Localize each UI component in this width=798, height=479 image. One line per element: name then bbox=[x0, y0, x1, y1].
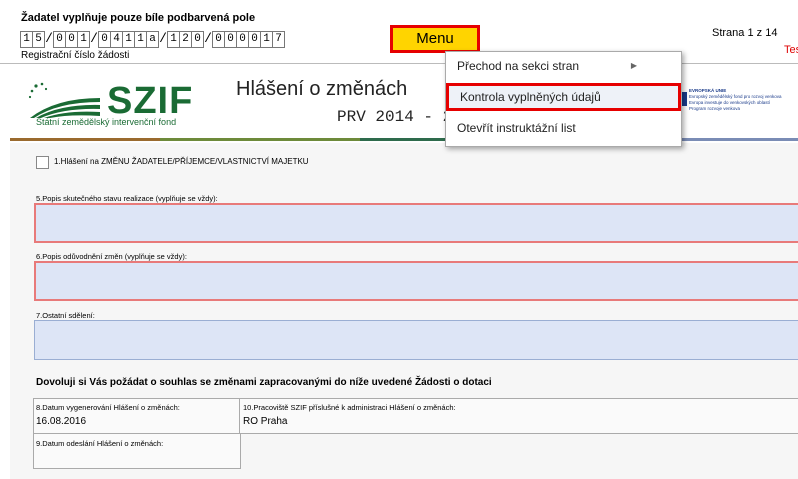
field5-input[interactable] bbox=[34, 203, 798, 243]
reg-digit: 2 bbox=[179, 31, 191, 48]
reg-digit: 0 bbox=[248, 31, 260, 48]
field5-label: 5.Popis skutečného stavu realizace (vypl… bbox=[36, 194, 218, 203]
menu-item-validate[interactable]: Kontrola vyplněných údajů bbox=[446, 83, 681, 111]
menu-item-instructions[interactable]: Otevřít instruktážní list bbox=[446, 114, 681, 142]
registration-number: 1 5/0 0 1/0 4 1 1 a/1 2 0/0 0 0 0 1 7 bbox=[20, 31, 285, 48]
menu-item-validate-label: Kontrola vyplněných údajů bbox=[460, 90, 601, 104]
logo-subtitle: Státní zemědělský intervenční fond bbox=[36, 117, 177, 127]
change-checkbox[interactable] bbox=[36, 156, 49, 169]
menu-item-section-nav-label: Přechod na sekci stran bbox=[457, 59, 580, 73]
stripe-brown bbox=[10, 138, 160, 141]
reg-digit: 0 bbox=[236, 31, 248, 48]
field9-label: 9.Datum odeslání Hlášení o změnách: bbox=[36, 439, 164, 448]
field7-input[interactable] bbox=[34, 320, 798, 360]
registration-label: Registrační číslo žádosti bbox=[21, 50, 130, 61]
reg-digit: 1 bbox=[134, 31, 146, 48]
page-subtitle: PRV 2014 - 2 bbox=[337, 108, 453, 126]
reg-separator: / bbox=[159, 31, 167, 46]
field10-value: RO Praha bbox=[243, 416, 288, 427]
reg-digit: 0 bbox=[191, 31, 204, 48]
reg-digit: 0 bbox=[65, 31, 77, 48]
field6-label: 6.Popis odůvodnění změn (vyplňuje se vžd… bbox=[36, 252, 187, 261]
stripe-olive bbox=[160, 138, 360, 141]
eu-badge-line4: Program rozvoje venkova bbox=[689, 106, 741, 111]
menu-item-section-nav[interactable]: Přechod na sekci stran ▶ bbox=[446, 52, 681, 80]
reg-separator: / bbox=[204, 31, 212, 46]
page-title: Hlášení o změnách bbox=[236, 78, 408, 100]
reg-digit: 5 bbox=[32, 31, 45, 48]
instruction-text: Žadatel vyplňuje pouze bíle podbarvená p… bbox=[21, 12, 256, 24]
szif-logo-icon bbox=[28, 82, 100, 118]
reg-digit: 7 bbox=[272, 31, 285, 48]
checkbox-label: 1.Hlášení na ZMĚNU ŽADATELE/PŘÍJEMCE/VLA… bbox=[54, 157, 309, 166]
reg-digit: 0 bbox=[212, 31, 224, 48]
menu-button[interactable]: Menu bbox=[390, 25, 480, 53]
submenu-arrow-icon: ▶ bbox=[630, 61, 637, 70]
field8-label: 8.Datum vygenerování Hlášení o změnách: bbox=[36, 403, 180, 412]
reg-digit: 1 bbox=[20, 31, 32, 48]
reg-digit: 1 bbox=[167, 31, 179, 48]
reg-digit: 0 bbox=[53, 31, 65, 48]
reg-separator: / bbox=[90, 31, 98, 46]
reg-digit: 1 bbox=[260, 31, 272, 48]
eu-badge: EVROPSKÁ UNIE Evropský zemědělský fond p… bbox=[689, 88, 795, 124]
page-info: Strana 1 z 14 bbox=[712, 27, 778, 39]
field8-value: 16.08.2016 bbox=[36, 416, 87, 427]
stripe-green bbox=[360, 138, 450, 141]
field7-label: 7.Ostatní sdělení: bbox=[36, 311, 95, 320]
field10-label: 10.Pracoviště SZIF příslušné k administr… bbox=[243, 403, 456, 412]
field6-input[interactable] bbox=[34, 261, 798, 301]
reg-digit: 1 bbox=[77, 31, 90, 48]
reg-separator: / bbox=[45, 31, 53, 46]
request-text: Dovoluji si Vás požádat o souhlas se změ… bbox=[36, 377, 492, 388]
reg-digit: 4 bbox=[110, 31, 122, 48]
reg-digit: a bbox=[146, 31, 159, 48]
menu-item-instructions-label: Otevřít instruktážní list bbox=[457, 121, 576, 135]
reg-digit: 0 bbox=[224, 31, 236, 48]
reg-digit: 0 bbox=[98, 31, 110, 48]
test-label: Test bbox=[784, 44, 798, 56]
reg-digit: 1 bbox=[122, 31, 134, 48]
menu-dropdown: Přechod na sekci stran ▶ Kontrola vyplně… bbox=[445, 51, 682, 147]
